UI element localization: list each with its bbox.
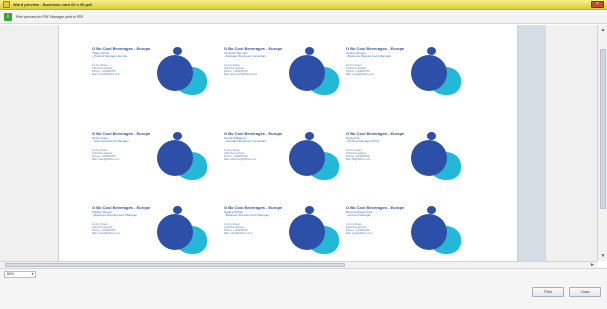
logo-dot — [173, 47, 182, 55]
card-role: - Assistant Business Consultant — [224, 54, 267, 58]
vertical-scrollbar[interactable]: ▲ ▼ — [597, 25, 607, 261]
close-icon: × — [596, 1, 599, 7]
logo-dot — [427, 206, 436, 214]
vertical-scroll-thumb[interactable] — [600, 49, 606, 209]
card-role: - Assistant Business Consultant — [224, 139, 267, 143]
card-email: Mail: williamon@tbtboo.com — [224, 158, 257, 161]
print-button[interactable]: Print — [532, 287, 564, 297]
logo-dot — [173, 206, 182, 214]
logo-circle — [157, 140, 193, 176]
card-email: Mail: reggs@tbtboo.com — [346, 73, 375, 76]
close-button[interactable]: Close — [569, 287, 601, 297]
logo-circle — [411, 140, 447, 176]
title-bar: Word preview - Business card 60 x 90.pdf… — [0, 0, 607, 10]
info-icon: i — [4, 12, 12, 21]
card-role: - Business Development Manager — [346, 54, 392, 58]
logo-circle — [157, 55, 193, 91]
zoom-value: 80% — [7, 272, 15, 276]
card-email: Mail: aberomkh@tbtboo.com — [224, 73, 258, 76]
card-email: Mail: rivera@tbtboo.com — [92, 232, 121, 235]
preview-page: O Bo Cool Beverages - Europe Tiffany Smi… — [58, 25, 518, 261]
business-card: O Bo Cool Beverages - Europe Boureandran… — [341, 202, 467, 258]
card-email: Mail: tolan@tbtboo.com — [92, 158, 120, 161]
business-card: O Bo Cool Beverages - Europe Quinn Tolan… — [87, 128, 213, 184]
logo-circle — [289, 214, 325, 250]
business-card: O Bo Cool Beverages - Europe Chrissira B… — [219, 43, 345, 99]
card-email: Mail: jeira@tbtboo.com — [346, 232, 373, 235]
logo-circle — [411, 55, 447, 91]
card-role: - Account Manager — [346, 213, 372, 217]
card-role: - Business Development Manager — [92, 213, 138, 217]
business-card: O Bo Cool Beverages - Europe Hamilt Will… — [219, 128, 345, 184]
scroll-down-icon[interactable]: ▼ — [600, 253, 606, 259]
info-message: Print preview for PDF Manager print to P… — [16, 14, 84, 19]
logo-circle — [157, 214, 193, 250]
business-card: O Bo Cool Beverages - Europe Dilshen Riv… — [87, 202, 213, 258]
logo-dot — [173, 132, 182, 140]
logo-dot — [427, 132, 436, 140]
logo-dot — [305, 132, 314, 140]
app-icon — [3, 1, 10, 8]
card-email: Mail: fill@tbtboo.com — [346, 158, 371, 161]
business-card: O Bo Cool Beverages - Europe Neelam Regg… — [341, 43, 467, 99]
scroll-up-icon[interactable]: ▲ — [600, 27, 606, 33]
card-role: - Product Manager Africa — [346, 139, 380, 143]
window-title: Word preview - Business card 60 x 90.pdf — [13, 2, 92, 7]
business-card: O Bo Cool Beverages - Europe Daniel Fill… — [341, 128, 467, 184]
card-email: Mail: smith@tbtboo.com — [92, 73, 120, 76]
card-role: - Communications Manager — [92, 139, 129, 143]
horizontal-scrollbar[interactable]: ► — [0, 261, 597, 268]
logo-dot — [427, 47, 436, 55]
chevron-down-icon: ▼ — [31, 272, 34, 276]
logo-dot — [305, 206, 314, 214]
logo-dot — [305, 47, 314, 55]
page-side-margin — [518, 25, 546, 261]
logo-circle — [289, 55, 325, 91]
bottom-toolbar: 80% ▼ Print Close — [0, 268, 607, 309]
card-role: - Product Manager Europe — [92, 54, 128, 58]
logo-circle — [411, 214, 447, 250]
business-card: O Bo Cool Beverages - Europe Tiffany Smi… — [87, 43, 213, 99]
card-role: - Business Development Manager — [224, 213, 270, 217]
horizontal-scroll-thumb[interactable] — [5, 263, 345, 267]
print-preview-area[interactable]: O Bo Cool Beverages - Europe Tiffany Smi… — [0, 25, 597, 261]
zoom-select[interactable]: 80% ▼ — [4, 271, 36, 278]
close-window-button[interactable]: × — [591, 1, 604, 8]
business-card: O Bo Cool Beverages - Europe Nadine Robe… — [219, 202, 345, 258]
logo-circle — [289, 140, 325, 176]
card-email: Mail: robelt@tbtboo.com — [224, 232, 253, 235]
info-bar: i Print preview for PDF Manager print to… — [0, 10, 607, 24]
